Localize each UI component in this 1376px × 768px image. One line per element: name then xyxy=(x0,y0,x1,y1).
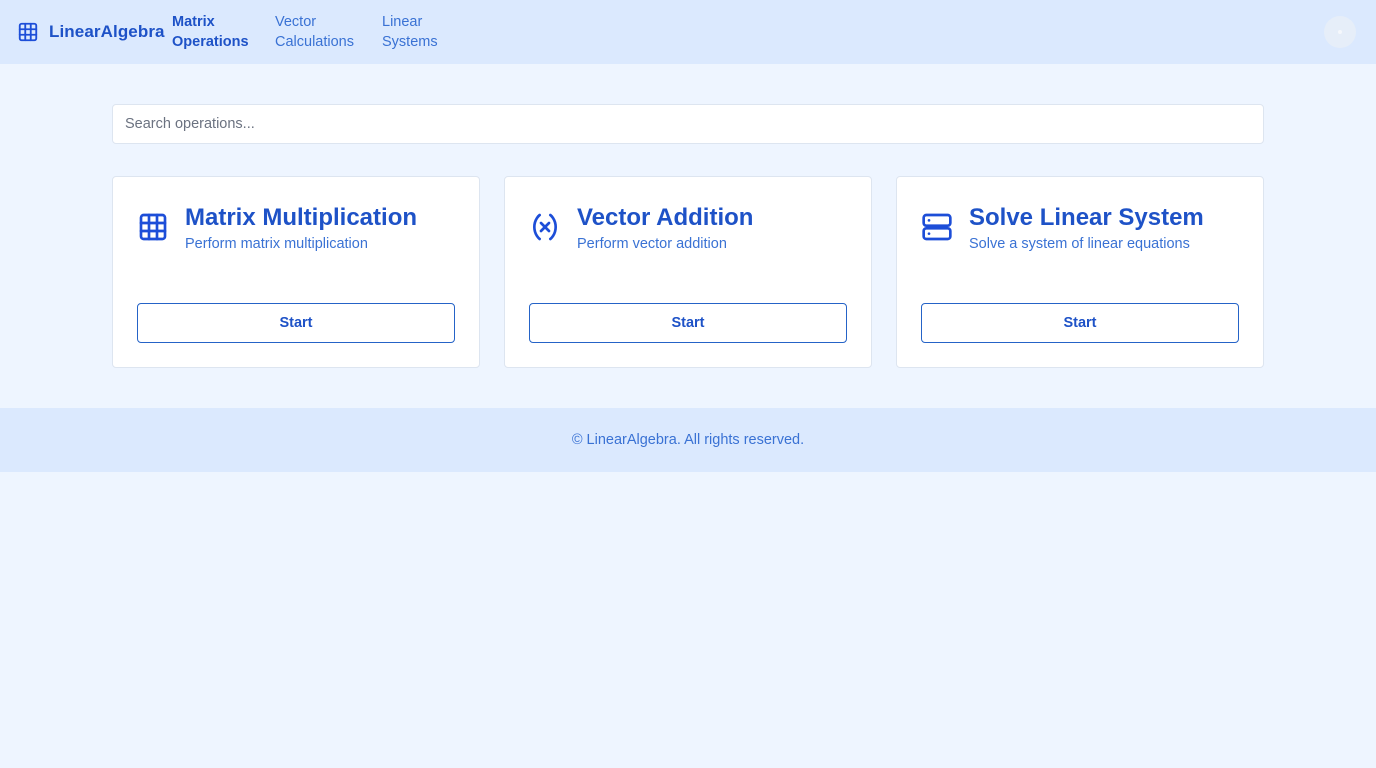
brand-name: LinearAlgebra xyxy=(49,22,165,41)
server-icon xyxy=(921,211,953,243)
card-matrix-multiplication: Matrix Multiplication Perform matrix mul… xyxy=(112,176,480,368)
grid-icon xyxy=(17,21,39,43)
footer: © LinearAlgebra. All rights reserved. xyxy=(0,408,1376,472)
start-button[interactable]: Start xyxy=(921,303,1239,343)
brand-link[interactable]: LinearAlgebra xyxy=(17,21,165,43)
card-solve-linear-system: Solve Linear System Solve a system of li… xyxy=(896,176,1264,368)
grid-icon xyxy=(137,211,169,243)
card-description: Perform matrix multiplication xyxy=(185,236,368,252)
nav-matrix-operations[interactable]: Matrix Operations xyxy=(172,12,249,52)
search-input[interactable] xyxy=(112,104,1264,144)
card-description: Solve a system of linear equations xyxy=(969,236,1190,252)
card-title: Vector Addition xyxy=(577,204,754,231)
top-navbar: LinearAlgebra Matrix Operations Vector C… xyxy=(0,0,1376,64)
card-description: Perform vector addition xyxy=(577,236,727,252)
card-vector-addition: Vector Addition Perform vector addition … xyxy=(504,176,872,368)
variable-icon xyxy=(529,211,561,243)
start-button[interactable]: Start xyxy=(529,303,847,343)
footer-copyright: © LinearAlgebra. All rights reserved. xyxy=(571,432,805,448)
user-avatar[interactable] xyxy=(1324,16,1356,48)
card-title: Matrix Multiplication xyxy=(185,204,418,231)
nav-vector-calculations[interactable]: Vector Calculations xyxy=(275,12,354,52)
nav-linear-systems[interactable]: Linear Systems xyxy=(382,12,438,52)
card-title: Solve Linear System xyxy=(969,204,1204,231)
start-button[interactable]: Start xyxy=(137,303,455,343)
